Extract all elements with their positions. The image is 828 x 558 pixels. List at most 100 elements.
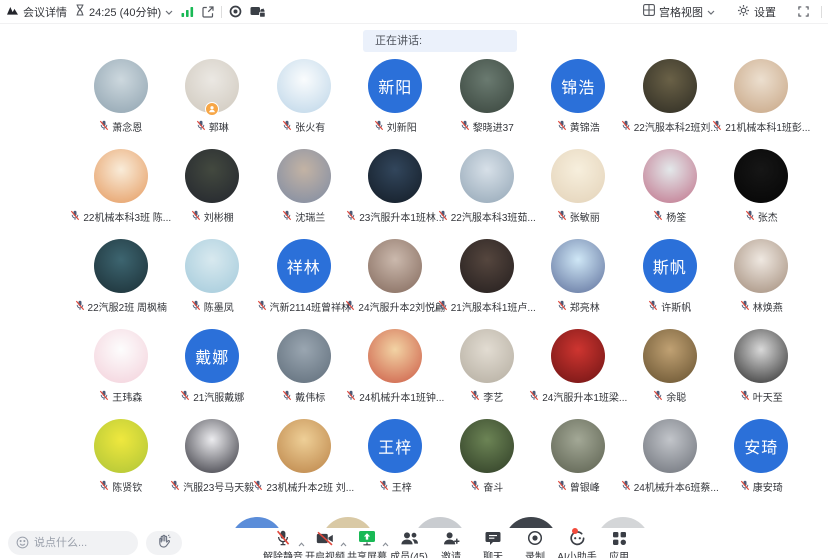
participant-tile[interactable]: 23汽服升本1班林... [350,146,442,236]
bottom-bar: 解除静音开启视频共享屏幕成员(45) 邀请 聊天 录制AI小助手应用 [0,528,828,558]
participant-name: 王梓 [392,479,412,494]
grid-view-dropdown[interactable]: 宫格视图 [643,4,715,20]
muted-mic-icon [346,390,356,404]
toolbar-chat-button[interactable]: 聊天 [472,530,514,558]
participant-name: 21汽服本科1班卢... [451,299,536,314]
participant-avatar-initials: 新阳 [368,59,422,113]
toolbar-button-label: AI小助手 [557,548,596,558]
participant-tile[interactable]: 刘彬棚 [167,146,259,236]
participant-avatar [185,419,239,473]
participant-tile[interactable]: 曾银峰 [533,416,625,506]
participant-avatar-initials: 王梓 [368,419,422,473]
meeting-details-button[interactable]: 会议详情 [6,4,67,20]
participant-tile[interactable]: 21汽服本科1班卢... [441,236,533,326]
participant-tile[interactable]: 24机械升本1班钟... [350,326,442,416]
participant-name: 王玮森 [112,389,142,404]
participant-tile[interactable]: 21机械本科1班彭... [716,56,808,146]
participant-tile[interactable]: 王玮森 [75,326,167,416]
participant-name: 杨筌 [666,209,686,224]
participant-tile[interactable]: 郭琳 [167,56,259,146]
participant-tile[interactable]: 沈瑞兰 [258,146,350,236]
grid-view-label: 宫格视图 [659,4,703,20]
participant-tile[interactable]: 王梓王梓 [350,416,442,506]
camera-lock-icon[interactable] [250,5,266,18]
toolbar-screen-share-button[interactable]: 共享屏幕 [346,530,388,558]
participant-name: 24机械升本6班蔡... [634,479,719,494]
participant-tile[interactable]: 李艺 [441,326,533,416]
raise-hand-button[interactable] [146,531,182,555]
participant-name: 康安琦 [753,479,783,494]
participant-tile[interactable]: 戴娜 21汽服戴娜 [167,326,259,416]
participant-avatar-initials: 安琦 [734,419,788,473]
participant-tile[interactable]: 奋斗 [441,416,533,506]
participant-tile[interactable]: 斯帆许斯帆 [624,236,716,326]
participant-name: 23汽服升本1班林... [359,209,444,224]
participant-avatar [551,239,605,293]
participant-tile[interactable]: 22汽服本科2班刘... [624,56,716,146]
toolbar-mic-muted-button[interactable]: 解除静音 [262,530,304,558]
toolbar-button-label: 聊天 [483,548,503,558]
muted-mic-icon [257,300,267,314]
participant-name: 张火有 [295,119,325,134]
participant-tile[interactable]: 陈贤钦 [75,416,167,506]
fullscreen-icon[interactable] [798,6,809,17]
muted-mic-icon [75,300,85,314]
participant-tile[interactable]: 祥林汽新2114班曾祥林 [258,236,350,326]
participant-tile[interactable]: 23机械升本2班 刘... [258,416,350,506]
open-in-window-icon[interactable] [202,6,214,18]
participant-tile[interactable]: 戴伟标 [258,326,350,416]
participant-tile[interactable]: 24汽服升本1班梁... [533,326,625,416]
participant-name: 24汽服升本2刘悦翩 [358,299,445,314]
participant-tile[interactable]: 24机械升本6班蔡... [624,416,716,506]
participant-name: 汽服23号马天毅 [183,479,254,494]
toolbar-members-button[interactable]: 成员(45) [388,530,430,558]
participant-tile[interactable]: 陈墨凤 [167,236,259,326]
meeting-window: 会议详情 24:25 (40分钟) [0,0,828,558]
muted-mic-icon [282,210,292,224]
participant-tile[interactable]: 22汽服2班 周枫楠 [75,236,167,326]
participant-tile[interactable]: 安琦康安琦 [716,416,808,506]
participant-tile[interactable]: 萧念恩 [75,56,167,146]
meeting-timer-dropdown[interactable]: 24:25 (40分钟) [75,4,173,20]
participant-name: 22汽服本科3班茹... [451,209,536,224]
settings-button[interactable]: 设置 [737,4,776,20]
participant-name: 余聪 [666,389,686,404]
participant-tile[interactable]: 郑亮林 [533,236,625,326]
participant-name: 曾银峰 [570,479,600,494]
participant-tile[interactable]: 24汽服升本2刘悦翩 [350,236,442,326]
participant-tile[interactable]: 杨筌 [624,146,716,236]
participant-tile[interactable]: 张杰 [716,146,808,236]
participant-name: 林焕燕 [753,299,783,314]
participant-tile[interactable]: 22汽服本科3班茹... [441,146,533,236]
participant-tile[interactable]: 汽服23号马天毅 [167,416,259,506]
participant-tile[interactable]: 新阳刘新阳 [350,56,442,146]
participant-avatar [551,329,605,383]
toolbar-camera-muted-button[interactable]: 开启视频 [304,530,346,558]
recording-indicator-icon[interactable] [229,5,242,18]
participant-tile[interactable]: 张敏丽 [533,146,625,236]
muted-mic-icon [191,300,201,314]
chevron-down-icon [707,6,715,18]
network-signal-icon[interactable] [181,7,194,17]
participant-tile[interactable]: 余聪 [624,326,716,416]
participant-tile[interactable]: 黎晓进37 [441,56,533,146]
participant-avatar [460,419,514,473]
participant-tile[interactable]: 22机械本科3班 陈... [75,146,167,236]
participant-tile[interactable]: 锦浩黄锦浩 [533,56,625,146]
toolbar-ai-assistant-button[interactable]: AI小助手 [556,530,598,558]
participant-tile[interactable]: 林焕燕 [716,236,808,326]
gear-icon [737,4,750,20]
toolbar-button-label: 共享屏幕 [347,548,387,558]
muted-mic-icon [740,480,750,494]
toolbar-record-button[interactable]: 录制 [514,530,556,558]
participant-tile[interactable]: 张火有 [258,56,350,146]
participant-avatar-initials: 戴娜 [185,329,239,383]
toolbar-invite-button[interactable]: 邀请 [430,530,472,558]
emoji-icon[interactable] [16,536,29,554]
participant-avatar [277,149,331,203]
toolbar-apps-button[interactable]: 应用 [598,530,640,558]
participant-tile[interactable]: 叶天至 [716,326,808,416]
toolbar-button-label: 邀请 [441,548,461,558]
participant-name: 21汽服戴娜 [193,389,244,404]
participant-name: 22汽服本科2班刘... [634,119,719,134]
